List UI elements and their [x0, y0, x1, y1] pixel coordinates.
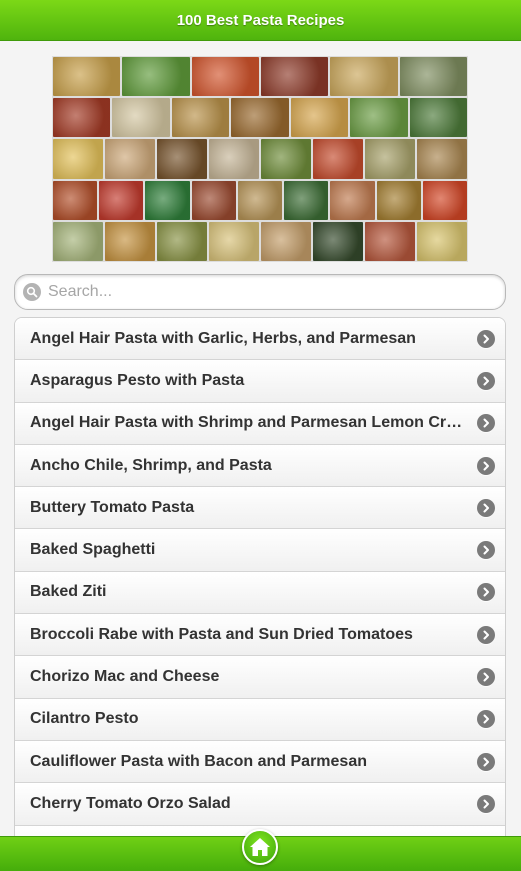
app-screen: 100 Best Pasta Recipes Angel Hair Pasta … — [0, 0, 521, 871]
pasta-photo — [260, 57, 329, 97]
recipe-list-item[interactable]: Buttery Tomato Pasta — [15, 487, 505, 530]
pasta-photo — [417, 139, 467, 179]
collage-row — [52, 180, 468, 221]
chevron-right-icon — [477, 541, 495, 560]
chevron-right-icon — [477, 329, 495, 348]
recipe-title: Broccoli Rabe with Pasta and Sun Dried T… — [30, 625, 413, 643]
recipe-title: Baked Spaghetti — [30, 541, 156, 559]
pasta-photo — [284, 180, 329, 220]
recipe-list-item[interactable]: Ancho Chile, Shrimp, and Pasta — [15, 444, 505, 488]
search-input[interactable] — [46, 282, 480, 302]
pasta-photo — [145, 180, 190, 220]
pasta-photo — [53, 57, 121, 97]
pasta-photo — [53, 98, 111, 138]
chevron-right-icon — [477, 710, 495, 729]
pasta-photo — [53, 221, 103, 261]
pasta-photo — [157, 139, 207, 179]
pasta-photo — [209, 221, 259, 261]
recipe-list-item[interactable]: Broccoli Rabe with Pasta and Sun Dried T… — [15, 614, 505, 657]
pasta-photo — [122, 57, 190, 97]
chevron-right-icon — [477, 794, 495, 813]
pasta-photo — [399, 57, 467, 97]
pasta-photo — [105, 139, 155, 179]
pasta-photo — [112, 98, 170, 138]
recipe-list-item[interactable]: Asparagus Pesto with Pasta — [15, 360, 505, 403]
chevron-right-icon — [477, 752, 495, 771]
pasta-photo — [313, 221, 363, 261]
pasta-photo — [191, 180, 236, 220]
pasta-photo — [376, 180, 421, 220]
recipe-list-item[interactable]: Baked Spaghetti — [15, 529, 505, 572]
collage-row — [52, 138, 468, 179]
recipe-list-item[interactable]: Cilantro Pesto — [15, 698, 505, 741]
pasta-photo — [290, 98, 349, 138]
collage-row — [52, 56, 468, 97]
pasta-photo — [417, 221, 467, 261]
recipe-list-item[interactable]: Chorizo Mac and Cheese — [15, 656, 505, 699]
chevron-right-icon — [477, 414, 495, 433]
page-title: 100 Best Pasta Recipes — [176, 11, 345, 29]
recipe-title: Cherry Tomato Orzo Salad — [30, 794, 231, 812]
pasta-photo — [365, 221, 415, 261]
pasta-photo — [330, 57, 398, 97]
chevron-right-icon — [477, 498, 495, 517]
recipe-title: Cilantro Pesto — [30, 710, 139, 728]
search-bar[interactable] — [14, 274, 506, 310]
chevron-right-icon — [477, 625, 495, 644]
search-icon — [23, 283, 41, 301]
header-bar: 100 Best Pasta Recipes — [0, 0, 521, 41]
recipe-list: Angel Hair Pasta with Garlic, Herbs, and… — [14, 317, 506, 869]
recipe-title: Angel Hair Pasta with Shrimp and Parmesa… — [30, 414, 467, 432]
pasta-photo — [209, 139, 259, 179]
pasta-photo — [191, 57, 259, 97]
pasta-photo — [422, 180, 467, 220]
pasta-photo — [313, 139, 363, 179]
chevron-right-icon — [477, 456, 495, 475]
pasta-photo — [261, 139, 311, 179]
pasta-photo — [171, 98, 230, 138]
pasta-photo — [365, 139, 415, 179]
pasta-photo-collage — [52, 56, 468, 262]
recipe-title: Chorizo Mac and Cheese — [30, 668, 220, 686]
pasta-photo — [53, 180, 98, 220]
pasta-photo — [157, 221, 207, 261]
recipe-list-item[interactable]: Angel Hair Pasta with Garlic, Herbs, and… — [15, 318, 505, 361]
recipe-title: Baked Ziti — [30, 583, 107, 601]
chevron-right-icon — [477, 583, 495, 602]
pasta-photo — [237, 180, 283, 220]
collage-row — [52, 221, 468, 262]
pasta-photo — [231, 98, 289, 138]
pasta-photo — [261, 221, 311, 261]
pasta-photo — [350, 98, 408, 138]
home-icon — [250, 838, 270, 856]
recipe-title: Ancho Chile, Shrimp, and Pasta — [30, 456, 272, 474]
pasta-photo — [330, 180, 375, 220]
pasta-photo — [99, 180, 144, 220]
recipe-title: Asparagus Pesto with Pasta — [30, 371, 245, 389]
recipe-title: Cauliflower Pasta with Bacon and Parmesa… — [30, 752, 367, 770]
home-button[interactable] — [242, 829, 278, 865]
recipe-list-item[interactable]: Angel Hair Pasta with Shrimp and Parmesa… — [15, 402, 505, 445]
recipe-list-item[interactable]: Baked Ziti — [15, 571, 505, 615]
pasta-photo — [105, 221, 155, 261]
recipe-title: Angel Hair Pasta with Garlic, Herbs, and… — [30, 329, 416, 347]
chevron-right-icon — [477, 371, 495, 390]
chevron-right-icon — [477, 668, 495, 687]
recipe-title: Buttery Tomato Pasta — [30, 498, 195, 516]
recipe-list-item[interactable]: Cauliflower Pasta with Bacon and Parmesa… — [15, 740, 505, 784]
collage-row — [52, 97, 468, 138]
pasta-photo — [53, 139, 103, 179]
recipe-list-item[interactable]: Cherry Tomato Orzo Salad — [15, 783, 505, 826]
pasta-photo — [409, 98, 467, 138]
